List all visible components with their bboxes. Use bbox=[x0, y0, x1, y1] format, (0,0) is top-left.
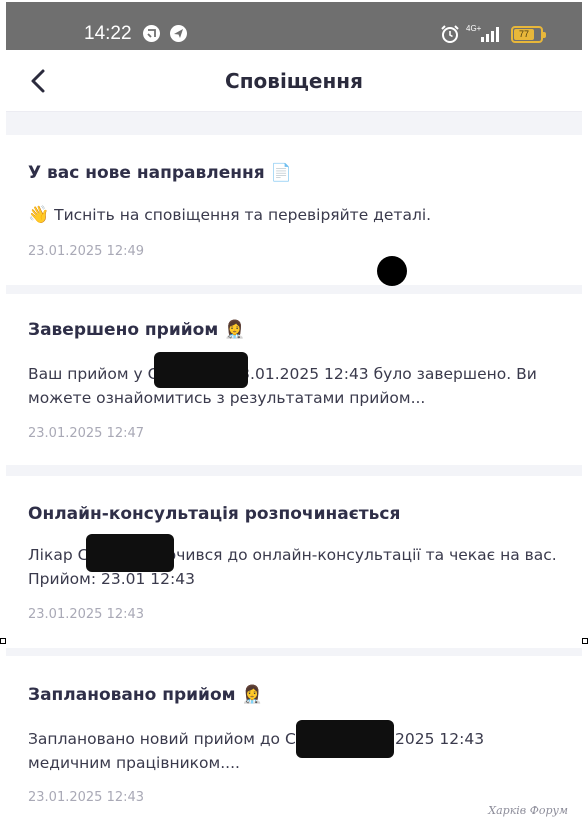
battery-icon: 77 bbox=[511, 26, 546, 43]
app-header: Сповіщення bbox=[6, 50, 582, 112]
notification-time: 23.01.2025 12:43 bbox=[28, 607, 145, 622]
crop-handle-right bbox=[582, 638, 588, 644]
notification-time: 23.01.2025 12:49 bbox=[28, 244, 145, 259]
notification-card[interactable]: Заплановано прийом 👩‍⚕️ Заплановано нови… bbox=[6, 656, 582, 827]
redaction-mark bbox=[154, 352, 248, 388]
status-time: 14:22 bbox=[84, 23, 132, 44]
notification-title: У вас нове направлення 📄 bbox=[28, 163, 292, 183]
notification-card[interactable]: Завершено прийом 👩‍⚕️ Ваш прийом у С Д. … bbox=[6, 294, 582, 465]
notification-body: Заплановано новий прийом до С В. на 23.0… bbox=[28, 730, 485, 772]
notification-title: Завершено прийом 👩‍⚕️ bbox=[28, 320, 246, 340]
redaction-mark bbox=[86, 534, 174, 572]
navigation-icon bbox=[170, 25, 187, 42]
watermark: Харків Форум bbox=[488, 804, 568, 817]
notification-time: 23.01.2025 12:43 bbox=[28, 790, 145, 805]
notification-body: 👋 Тисніть на сповіщення та перевіряйте д… bbox=[28, 205, 432, 225]
cast-icon bbox=[143, 25, 160, 42]
touch-indicator bbox=[377, 256, 407, 286]
alarm-icon bbox=[440, 24, 460, 48]
notification-card[interactable]: Онлайн-консультація розпочинається Лікар… bbox=[6, 476, 582, 648]
notification-card[interactable]: У вас нове направлення 📄 👋 Тисніть на сп… bbox=[6, 135, 582, 285]
document-icon: 📄 bbox=[270, 163, 292, 183]
page-title: Сповіщення bbox=[225, 69, 363, 93]
battery-level: 77 bbox=[514, 29, 535, 40]
notification-time: 23.01.2025 12:47 bbox=[28, 426, 145, 441]
notification-body: Ваш прийом у С Д. В. на 23.01.2025 12:43… bbox=[28, 365, 537, 407]
waving-hand-icon: 👋 bbox=[28, 205, 50, 225]
crop-handle-left bbox=[0, 638, 6, 644]
doctor-icon: 👩‍⚕️ bbox=[224, 320, 246, 340]
notification-title: Заплановано прийом 👩‍⚕️ bbox=[28, 685, 263, 705]
redaction-mark bbox=[296, 720, 394, 758]
doctor-icon: 👩‍⚕️ bbox=[241, 685, 263, 705]
signal-icon bbox=[480, 26, 502, 46]
notification-title: Онлайн-консультація розпочинається bbox=[28, 504, 401, 524]
status-bar: 14:22 4G+ 77 bbox=[6, 2, 582, 50]
